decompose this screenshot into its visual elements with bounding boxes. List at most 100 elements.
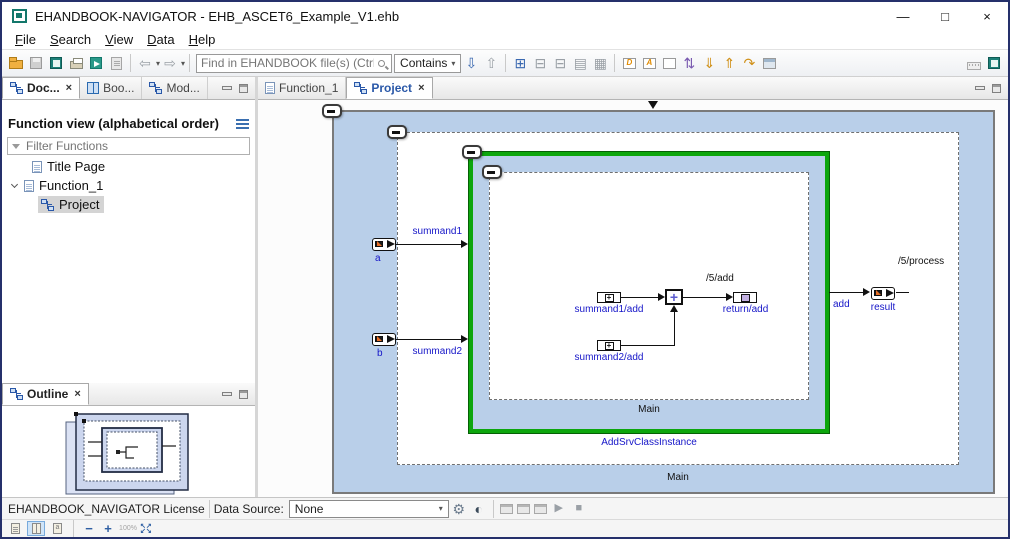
menu-help[interactable]: Help [182, 32, 223, 47]
function-view-title: Function view (alphabetical order) [8, 116, 219, 131]
filter-input[interactable] [24, 138, 245, 154]
forward-dropdown-icon[interactable]: ▾ [181, 59, 185, 68]
minimize-button[interactable]: — [882, 2, 924, 30]
collapse-button[interactable] [387, 125, 407, 139]
input-block-a[interactable] [372, 238, 396, 251]
view-menu-icon[interactable] [236, 118, 249, 129]
tab-function-1[interactable]: Function_1 [258, 77, 347, 99]
summand2-add-block[interactable]: + [597, 340, 621, 351]
book-view-button[interactable] [27, 521, 45, 536]
calibration-window-icon[interactable] [533, 503, 547, 514]
window-controls: — □ × [882, 2, 1008, 30]
model-view-a-icon[interactable]: A [639, 53, 659, 73]
search-icon[interactable] [378, 59, 386, 67]
diagram-icon [41, 198, 54, 211]
find-next-icon[interactable]: ⇩ [461, 53, 481, 73]
import-values-icon[interactable]: ⇓ [699, 53, 719, 73]
tree-item-project[interactable]: Project [2, 195, 255, 214]
tree-item-function-1[interactable]: Function_1 [2, 176, 255, 195]
text-view-button[interactable] [48, 521, 66, 536]
zoom-in-button[interactable]: + [100, 521, 116, 536]
menu-data[interactable]: Data [140, 32, 181, 47]
stop-icon[interactable]: ■ [569, 499, 589, 519]
minimize-panel-icon[interactable] [222, 392, 232, 396]
report-icon[interactable] [106, 53, 126, 73]
tab-project[interactable]: Project × [346, 77, 433, 99]
close-button[interactable]: × [966, 2, 1008, 30]
minimize-panel-icon[interactable] [222, 86, 232, 90]
zoom-100-button[interactable]: 100% [119, 525, 137, 532]
maximize-button[interactable]: □ [924, 2, 966, 30]
open-ehandbook-icon[interactable] [46, 53, 66, 73]
open-window-icon[interactable] [759, 53, 779, 73]
collapse-button[interactable] [462, 145, 482, 159]
outer-main-label: Main [667, 472, 689, 483]
menu-search[interactable]: Search [43, 32, 98, 47]
maximize-panel-icon[interactable] [992, 83, 1001, 93]
close-icon[interactable]: × [418, 82, 424, 94]
model-redo-icon[interactable]: ↷ [739, 53, 759, 73]
return-add-label: return/add [722, 304, 769, 315]
menu-view[interactable]: View [98, 32, 140, 47]
main-toolbar: ⇦ ▾ ⇨ ▾ Contains ▾ ⇩ ⇧ ⊞ ⊟ ⊟ ▤ ▦ D A ⇅ ⇓… [2, 49, 1008, 77]
contains-dropdown[interactable]: Contains ▾ [394, 53, 462, 73]
inner-main-container[interactable] [489, 172, 809, 400]
datasource-select[interactable]: None ▾ [288, 499, 449, 518]
tab-model-view[interactable]: Mod... [142, 77, 208, 99]
menu-file[interactable]: File [8, 32, 43, 47]
collapse-hierarchy-icon[interactable]: ⊟ [530, 53, 550, 73]
save-icon[interactable] [26, 53, 46, 73]
anchor-marker-icon [648, 101, 658, 109]
input-block-b[interactable] [372, 333, 396, 346]
show-table-icon[interactable]: ▦ [590, 53, 610, 73]
collapse-all-icon[interactable]: ⊟ [550, 53, 570, 73]
single-page-view-button[interactable] [6, 521, 24, 536]
maximize-panel-icon[interactable] [239, 389, 248, 399]
tree-item-title-page[interactable]: Title Page [2, 157, 255, 176]
keyboard-shortcuts-icon[interactable] [964, 53, 984, 73]
diagram-canvas[interactable]: Main AddSrvClassInstance Main summand1 a… [258, 100, 1008, 497]
left-column: Doc... × Boo... Mod... Function view (al… [2, 77, 255, 497]
minimize-panel-icon[interactable] [975, 86, 985, 90]
zoom-out-button[interactable]: − [81, 521, 97, 536]
maximize-panel-icon[interactable] [239, 83, 248, 93]
navigate-back-icon[interactable]: ⇦ [135, 53, 155, 73]
return-add-block[interactable] [733, 292, 757, 303]
swap-view-icon[interactable]: ⇅ [679, 53, 699, 73]
tab-document-view[interactable]: Doc... × [2, 77, 81, 99]
summand2-add-label: summand2/add [574, 352, 644, 363]
export-values-icon[interactable]: ⇑ [719, 53, 739, 73]
experiment-window-icon[interactable] [499, 503, 513, 514]
tab-outline[interactable]: Outline × [2, 383, 89, 405]
play-icon[interactable]: ▶ [549, 499, 569, 519]
collapse-button[interactable] [322, 104, 342, 118]
settings-gear-icon[interactable]: ⚙ [449, 499, 469, 519]
collapse-button[interactable] [482, 165, 502, 179]
print-icon[interactable] [66, 53, 86, 73]
show-list-icon[interactable]: ▤ [570, 53, 590, 73]
export-icon[interactable] [86, 53, 106, 73]
editor-tabs: Function_1 Project × [258, 77, 1008, 100]
summand1-add-block[interactable]: + [597, 292, 621, 303]
output-block-result[interactable] [871, 287, 895, 300]
tab-bookmarks[interactable]: Boo... [80, 77, 143, 99]
content-area: Doc... × Boo... Mod... Function view (al… [2, 77, 1008, 497]
close-icon[interactable]: × [66, 82, 72, 94]
open-file-icon[interactable] [6, 53, 26, 73]
search-input[interactable] [197, 56, 379, 70]
model-view-d-icon[interactable]: D [619, 53, 639, 73]
contrast-icon[interactable]: ◐ [469, 499, 489, 519]
selected-tree-item: Project [38, 196, 105, 213]
adder-block[interactable]: + [665, 289, 683, 305]
model-view-disabled-icon[interactable] [659, 53, 679, 73]
expand-hierarchy-icon[interactable]: ⊞ [510, 53, 530, 73]
diagram-icon [354, 82, 368, 94]
outline-thumbnail[interactable] [62, 410, 196, 498]
instance-label: AddSrvClassInstance [601, 437, 697, 448]
chevron-down-icon[interactable] [10, 180, 19, 189]
find-previous-icon[interactable]: ⇧ [481, 53, 501, 73]
fit-to-screen-icon[interactable]: ↖↗ ↙↘ [140, 523, 152, 535]
navigate-forward-icon[interactable]: ⇨ [160, 53, 180, 73]
measure-window-icon[interactable] [516, 503, 530, 514]
close-icon[interactable]: × [74, 388, 80, 400]
